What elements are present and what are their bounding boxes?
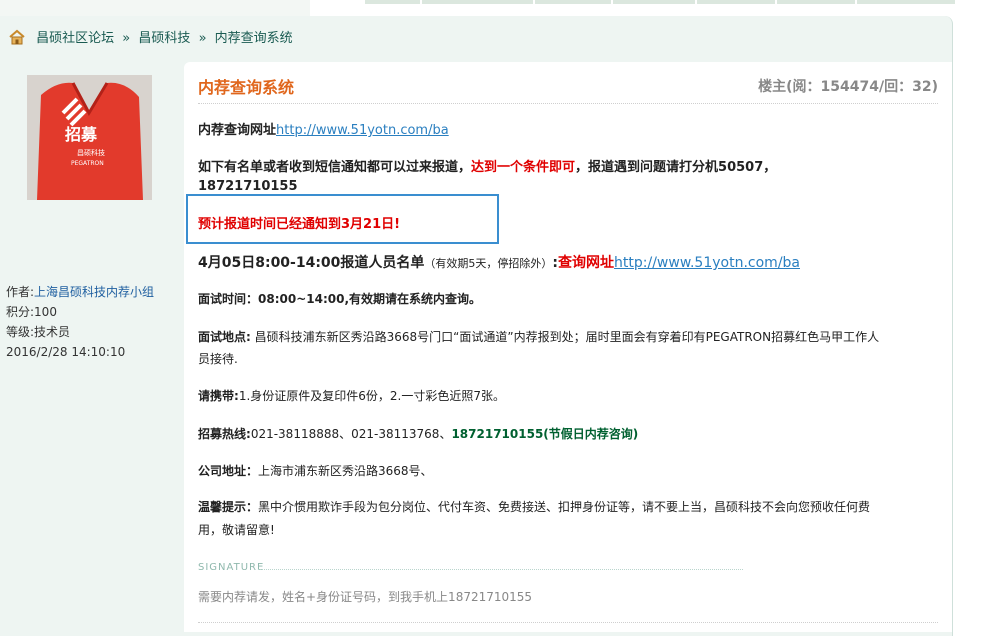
signature-label: SIGNATURE	[198, 562, 265, 573]
breadcrumb-board[interactable]: 昌硕科技	[138, 31, 190, 46]
author-level: 等级:技术员	[6, 325, 71, 339]
place-line1: 昌硕科技浦东新区秀沿路3668号门口“面试通道”内荐报到处；届时里面会有穿着印有…	[250, 330, 880, 344]
list-line: 4月05日8:00-14:00报道人员名单（有效期5天，停招除外）:查询网址ht…	[198, 252, 800, 272]
place-line2: 员接待.	[198, 352, 238, 366]
avatar-brand: PEGATRON	[71, 160, 104, 167]
hotline-line: 招募热线:021-38118888、021-38113768、187217101…	[198, 425, 638, 442]
signature-divider	[258, 569, 743, 570]
post-content: 内荐查询系统 楼主(阅：154474/回：32) 内荐查询网址http://ww…	[184, 62, 952, 632]
address-text: 上海市浦东新区秀沿路3668号、	[258, 464, 433, 478]
notice-text: 如下有名单或者收到短信通知都可以过来报道，	[198, 160, 472, 175]
hotline-mobile: 18721710155(节假日内荐咨询)	[451, 427, 639, 441]
query-line: 内荐查询网址http://www.51yotn.com/ba	[198, 119, 449, 138]
banner-pale-area	[0, 0, 310, 16]
breadcrumb-thread[interactable]: 内荐查询系统	[215, 31, 293, 46]
place-label: 面试地点:	[198, 330, 251, 344]
breadcrumb-separator: »	[198, 31, 207, 46]
list-link[interactable]: http://www.51yotn.com/ba	[614, 255, 800, 271]
avatar-subtext: 昌硕科技	[77, 148, 105, 157]
bring-line: 请携带:1.身份证原件及复印件6份，2.一寸彩色近照7张。	[198, 387, 505, 404]
avatar-text: 招募	[65, 125, 98, 144]
highlight-text: 预计报道时间已经通知到3月21日!	[198, 217, 401, 232]
notice-condition: 达到一个条件即可	[471, 160, 576, 175]
notice-line: 如下有名单或者收到短信通知都可以过来报道，达到一个条件即可，报道遇到问题请打分机…	[198, 156, 776, 175]
notice-phone: 18721710155	[198, 179, 298, 194]
author-label: 作者:	[6, 285, 35, 299]
query-link[interactable]: http://www.51yotn.com/ba	[276, 123, 449, 138]
author-points: 积分:100	[6, 305, 57, 319]
top-banner-strip	[0, 0, 1000, 16]
hotline-label: 招募热线:	[198, 427, 251, 441]
avatar[interactable]: 招募 昌硕科技 PEGATRON	[27, 75, 152, 200]
hotline-numbers: 021-38118888、021-38113768、	[250, 427, 452, 441]
list-label: 4月05日8:00-14:00报道人员名单	[198, 255, 425, 271]
author-info: 作者:上海昌硕科技内荐小组 积分:100 等级:技术员 2016/2/28 14…	[6, 282, 154, 362]
bring-label: 请携带:	[198, 389, 239, 403]
breadcrumb-separator: »	[122, 31, 131, 46]
post-title: 内荐查询系统	[198, 78, 295, 97]
signature-text: 需要内荐请发，姓名+身份证号码，到我手机上18721710155	[198, 590, 533, 604]
tip-label: 温馨提示：	[198, 500, 259, 514]
tip-line1: 黑中介惯用欺诈手段为包分岗位、代付车资、免费接送、扣押身份证等，请不要上当，昌硕…	[258, 500, 871, 514]
home-icon[interactable]	[8, 29, 26, 45]
interview-place: 面试地点: 昌硕科技浦东新区秀沿路3668号门口“面试通道”内荐报到处；届时里面…	[198, 328, 879, 345]
list-note: （有效期5天，停招除外）	[424, 257, 553, 270]
bring-text: 1.身份证原件及复印件6份，2.一寸彩色近照7张。	[238, 389, 505, 403]
tip-line2: 用，敬请留意!	[198, 523, 275, 537]
notice-extension: ，报道遇到问题请打分机50507，	[575, 160, 777, 175]
title-divider	[198, 103, 938, 104]
post-date: 2016/2/28 14:10:10	[6, 345, 126, 359]
author-name[interactable]: 上海昌硕科技内荐小组	[34, 285, 154, 299]
list-link-label: 查询网址	[558, 255, 615, 271]
banner-tiles	[365, 0, 955, 4]
post-stats: 楼主(阅：154474/回：32)	[758, 79, 938, 95]
interview-time: 面试时间：08:00~14:00,有效期请在系统内查询。	[198, 292, 482, 306]
address-label: 公司地址：	[198, 464, 259, 478]
query-label: 内荐查询网址	[198, 123, 277, 138]
post-bottom-divider	[198, 622, 938, 623]
tip-line: 温馨提示：黑中介惯用欺诈手段为包分岗位、代付车资、免费接送、扣押身份证等，请不要…	[198, 498, 870, 515]
address-line: 公司地址：上海市浦东新区秀沿路3668号、	[198, 462, 433, 479]
breadcrumb: 昌硕社区论坛 » 昌硕科技 » 内荐查询系统	[8, 27, 293, 46]
breadcrumb-forum[interactable]: 昌硕社区论坛	[36, 31, 114, 46]
